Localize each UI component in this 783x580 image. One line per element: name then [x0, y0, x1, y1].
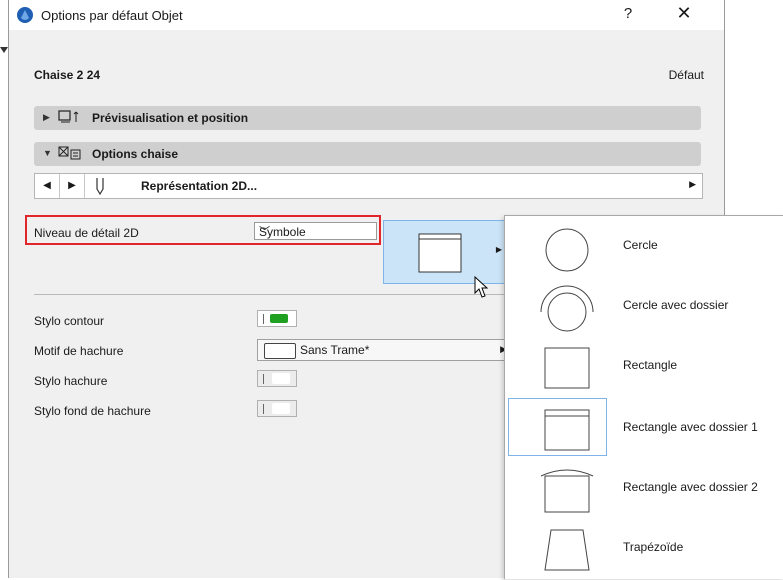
circle-icon: [545, 228, 589, 272]
pen-notch: [263, 374, 264, 384]
contour-pen-label: Stylo contour: [34, 314, 105, 328]
menu-item-circle-back[interactable]: Cercle avec dossier: [505, 278, 783, 338]
pen-knob: [272, 373, 290, 384]
pen-notch: [263, 404, 264, 414]
symbol-preview-button[interactable]: ▶: [383, 220, 507, 284]
pen-color-swatch: [270, 314, 288, 323]
title-bar: Options par défaut Objet ? ✕: [9, 0, 724, 30]
contour-pen-button[interactable]: [257, 310, 297, 327]
hatch-pattern-value: Sans Trame*: [300, 343, 370, 357]
circle-with-back-icon: [540, 285, 594, 332]
hatch-swatch: [264, 343, 296, 359]
next-page-button[interactable]: ▶: [60, 174, 85, 198]
rectangle-with-back-1-icon: [544, 409, 590, 451]
chair-options-icon: [58, 146, 81, 160]
menu-item-rectangle-back-2[interactable]: Rectangle avec dossier 2: [505, 460, 783, 520]
section-preview-position[interactable]: ▶ Prévisualisation et position: [34, 106, 701, 130]
panel-collapse-marker: [0, 47, 8, 53]
mouse-cursor-icon: [474, 276, 489, 298]
menu-item-rectangle-back-1[interactable]: Rectangle avec dossier 1: [505, 398, 783, 460]
symbol-dropdown-menu: Cercle Cercle avec dossier Rectangle Rec…: [504, 215, 783, 579]
section-chair-options[interactable]: ▼ Options chaise: [34, 142, 701, 166]
close-button[interactable]: ✕: [672, 3, 696, 24]
hatch-bg-pen-label: Stylo fond de hachure: [34, 404, 151, 418]
chevron-down-icon: ﹀: [259, 226, 270, 238]
chevron-right-icon[interactable]: ▶: [689, 179, 696, 190]
divider: [34, 294, 504, 295]
rectangle-icon: [544, 347, 590, 389]
menu-item-label: Trapézoïde: [623, 540, 684, 554]
help-button[interactable]: ?: [619, 5, 637, 22]
default-label: Défaut: [668, 68, 704, 82]
detail-level-label: Niveau de détail 2D: [34, 226, 139, 240]
object-name: Chaise 2 24: [34, 68, 101, 82]
hatch-pattern-select[interactable]: Sans Trame* ▶: [257, 339, 512, 361]
pen-notch: [263, 314, 264, 324]
detail-level-select[interactable]: Symbole ﹀: [254, 222, 377, 240]
section-label: Options chaise: [92, 147, 179, 161]
subpage-label[interactable]: Représentation 2D...: [141, 179, 257, 193]
menu-item-label: Rectangle avec dossier 2: [623, 480, 758, 494]
hatch-bg-pen-button[interactable]: [257, 400, 297, 417]
rectangle-back-preview-icon: [418, 233, 462, 273]
pencil-icon: [96, 178, 104, 195]
trapezoid-icon: [544, 529, 590, 571]
menu-item-label: Cercle: [623, 238, 658, 252]
menu-item-circle[interactable]: Cercle: [505, 218, 783, 278]
hatch-pen-button[interactable]: [257, 370, 297, 387]
section-label: Prévisualisation et position: [92, 111, 249, 125]
menu-item-label: Rectangle: [623, 358, 678, 372]
window-title: Options par défaut Objet: [41, 8, 183, 23]
menu-item-rectangle[interactable]: Rectangle: [505, 338, 783, 398]
menu-item-trapezoid[interactable]: Trapézoïde: [505, 520, 783, 580]
subpage-navigator: ◀ ▶ Représentation 2D... ▶: [34, 173, 703, 199]
pen-knob: [272, 403, 290, 414]
menu-item-label: Cercle avec dossier: [623, 298, 729, 312]
chevron-down-icon: ▼: [43, 148, 52, 158]
archicad-icon: [17, 7, 33, 23]
hatch-pen-label: Stylo hachure: [34, 374, 108, 388]
chevron-right-icon: ▶: [43, 112, 50, 122]
preview-position-icon: [58, 110, 79, 123]
rectangle-with-back-2-icon: [540, 469, 594, 513]
hatch-pattern-label: Motif de hachure: [34, 344, 124, 358]
prev-page-button[interactable]: ◀: [35, 174, 60, 198]
menu-item-label: Rectangle avec dossier 1: [623, 420, 758, 434]
chevron-right-icon: ▶: [495, 245, 502, 254]
